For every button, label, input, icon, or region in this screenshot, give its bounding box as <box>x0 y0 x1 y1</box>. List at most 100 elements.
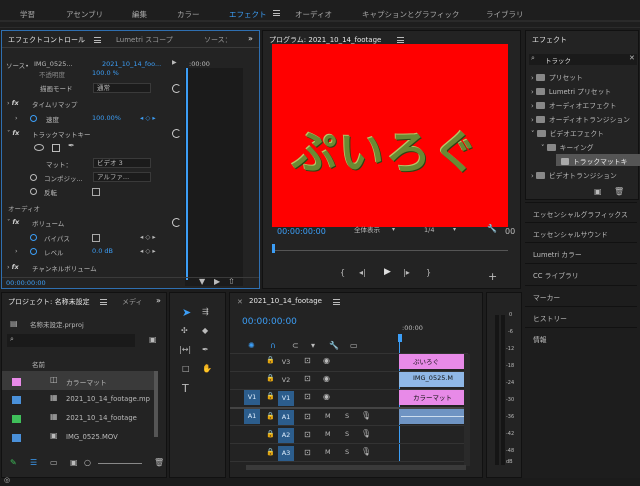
ec-timecode[interactable]: 00:00:00:00 <box>6 279 46 292</box>
stopwatch-icon[interactable] <box>30 188 37 195</box>
wrench-icon[interactable]: 🔧 <box>487 224 497 233</box>
reset-icon[interactable] <box>172 84 181 93</box>
play-only-icon[interactable]: ▶ <box>172 59 177 66</box>
tree-audio-transitions[interactable]: › オーディオトランジション <box>531 114 630 124</box>
lock-icon[interactable]: 🔒 <box>266 448 275 456</box>
mute-button[interactable]: M <box>325 412 331 425</box>
tree-video-effects[interactable]: ˅ ビデオエフェクト <box>531 128 604 138</box>
captions-icon[interactable]: ▭ <box>350 341 358 350</box>
eye-icon[interactable]: ◉ <box>323 374 330 383</box>
mic-icon[interactable]: 🎙 <box>361 429 371 438</box>
pencil-icon[interactable]: ✎ <box>10 458 17 467</box>
panel-menu-icon[interactable] <box>397 37 404 43</box>
chevron-down-icon[interactable]: ▾ <box>453 226 456 233</box>
razor-tool-icon[interactable]: ◆ <box>202 326 208 335</box>
track-select-tool-icon[interactable]: ⇶ <box>202 307 209 316</box>
sync-lock-icon[interactable]: ⊡ <box>304 412 311 421</box>
program-timecode[interactable]: 00:00:00:00 <box>277 227 326 240</box>
program-video-frame[interactable]: ぷいろぐ <box>272 44 508 227</box>
tree-presets[interactable]: › プリセット <box>531 72 583 82</box>
new-bin-icon[interactable]: ▣ <box>149 335 157 344</box>
tab-project[interactable]: プロジェクト: 名称未設定 <box>8 297 90 307</box>
keyframe-nav-icon[interactable]: ◂ ◇ ▸ <box>140 247 156 260</box>
volume-twisty[interactable]: ˅ fx <box>7 218 19 231</box>
project-item[interactable]: ▦ 2021_10_14_footage <box>10 410 158 429</box>
stopwatch-icon[interactable] <box>30 234 37 241</box>
workspace-captions[interactable]: キャプションとグラフィック <box>362 9 459 20</box>
timeline-v-scrollbar[interactable] <box>464 354 470 466</box>
timeline-tab[interactable]: 2021_10_14_footage <box>249 297 322 305</box>
tree-keying[interactable]: ˅ キーイング <box>541 142 594 152</box>
panel-menu-icon[interactable] <box>333 299 340 305</box>
side-lumetri-color[interactable]: Lumetri カラー <box>525 242 637 262</box>
rect-mask-icon[interactable] <box>52 144 60 152</box>
tree-track-matte-key[interactable]: トラックマットキ <box>561 156 627 166</box>
sync-lock-icon[interactable]: ⊡ <box>304 392 311 401</box>
ripple-edit-tool-icon[interactable]: ✣ <box>181 326 188 335</box>
project-item[interactable]: ▣ IMG_0525.MOV <box>10 429 158 448</box>
source-patch-a1[interactable]: A1 <box>244 409 260 424</box>
track-matte-twisty[interactable]: ˅ fx <box>7 129 19 142</box>
side-essential-graphics[interactable]: エッセンシャルグラフィックス <box>525 202 637 222</box>
blend-mode-dropdown[interactable]: 通常 <box>93 83 151 93</box>
type-tool-icon[interactable]: T <box>182 382 189 395</box>
timeline-timecode[interactable]: 00:00:00:00 <box>242 317 297 330</box>
tree-lumetri-presets[interactable]: › Lumetri プリセット <box>531 86 611 96</box>
timeline-playhead-head[interactable] <box>398 334 402 342</box>
source-patch-v1[interactable]: V1 <box>244 390 260 405</box>
bypass-checkbox[interactable] <box>92 234 100 242</box>
icon-view-icon[interactable]: ▭ <box>50 458 58 467</box>
track-v3[interactable]: V3 <box>278 355 294 370</box>
workspace-editing[interactable]: 編集 <box>132 9 147 20</box>
level-value[interactable]: 0.0 dB <box>92 247 113 260</box>
zoom-out-icon[interactable]: ○ <box>84 458 91 467</box>
sync-lock-icon[interactable]: ⊡ <box>304 374 311 383</box>
snap-icon[interactable]: ∩ <box>270 341 276 350</box>
side-history[interactable]: ヒストリー <box>525 306 637 326</box>
selection-tool-icon[interactable]: ➤ <box>182 306 191 319</box>
workspace-menu-icon[interactable] <box>273 10 280 16</box>
wrench-icon[interactable]: 🔧 <box>329 341 339 350</box>
clip-v2[interactable]: IMG_0525.M <box>399 372 466 387</box>
workspace-color[interactable]: カラー <box>177 9 200 20</box>
sync-lock-icon[interactable]: ⊡ <box>304 430 311 439</box>
lock-icon[interactable]: 🔒 <box>266 412 275 420</box>
opacity-value[interactable]: 100.0 % <box>92 69 119 82</box>
workspace-effects[interactable]: エフェクト <box>229 9 267 20</box>
mark-out-icon[interactable]: } <box>426 268 431 277</box>
close-icon[interactable]: ✕ <box>237 298 243 306</box>
expand-panels-icon[interactable]: » <box>156 296 161 305</box>
workspace-assembly[interactable]: アセンブリ <box>66 9 103 20</box>
workspace-learning[interactable]: 学習 <box>20 9 35 20</box>
clip-v3[interactable]: ぷいろぐ <box>399 354 466 369</box>
add-marker-icon[interactable]: ▾ <box>311 341 315 350</box>
play-audio-icon[interactable]: ▶ <box>214 277 220 286</box>
program-playhead[interactable] <box>272 244 275 253</box>
speed-value[interactable]: 100.00% <box>92 114 121 127</box>
status-icon[interactable]: ◎ <box>4 476 10 484</box>
slip-tool-icon[interactable]: |↔| <box>179 345 191 354</box>
expand-panels-icon[interactable]: » <box>248 34 253 43</box>
rectangle-tool-icon[interactable]: □ <box>182 364 190 373</box>
clear-search-icon[interactable]: ✕ <box>629 54 635 62</box>
project-search-input[interactable] <box>7 334 135 347</box>
stopwatch-icon[interactable] <box>30 115 37 122</box>
panel-menu-icon[interactable] <box>100 299 107 305</box>
project-item[interactable]: ▦ 2021_10_14_footage.mp <box>10 391 158 410</box>
project-item[interactable]: ◫ カラーマット <box>10 373 158 392</box>
list-view-icon[interactable]: ☰ <box>30 458 37 467</box>
clip-a1-audio[interactable] <box>399 409 466 424</box>
sync-lock-icon[interactable]: ⊡ <box>304 356 311 365</box>
hand-tool-icon[interactable]: ✋ <box>202 364 212 373</box>
zoom-slider[interactable] <box>98 463 142 464</box>
mic-icon[interactable]: 🎙 <box>361 447 371 456</box>
trash-icon[interactable]: 🗑 <box>614 187 624 196</box>
matte-dropdown[interactable]: ビデオ 3 <box>93 158 151 168</box>
workspace-audio[interactable]: オーディオ <box>295 9 332 20</box>
mute-button[interactable]: M <box>325 430 331 443</box>
filter-icon[interactable]: ▼ <box>199 277 205 286</box>
effects-title[interactable]: エフェクト <box>532 35 567 45</box>
lock-icon[interactable]: 🔒 <box>266 392 275 400</box>
eye-icon[interactable]: ◉ <box>323 392 330 401</box>
sync-lock-icon[interactable]: ⊡ <box>304 448 311 457</box>
